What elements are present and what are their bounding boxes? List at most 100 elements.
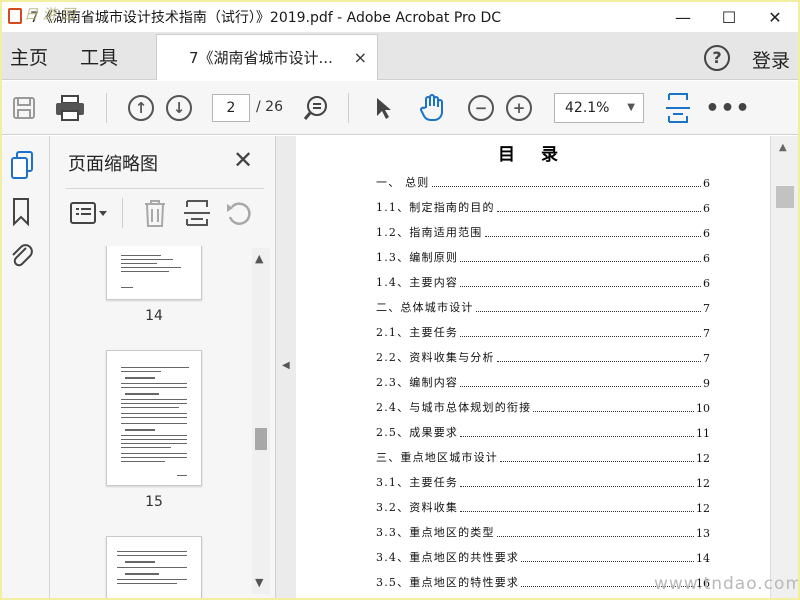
delete-page-icon[interactable]: [142, 198, 168, 232]
zoom-level-select[interactable]: 42.1% ▼: [554, 93, 644, 123]
toc-entry[interactable]: 3.2、资料收集 12: [376, 499, 710, 515]
more-options-icon[interactable]: •••: [705, 81, 749, 135]
close-window-button[interactable]: ✕: [752, 2, 798, 32]
panel-tools: [66, 194, 266, 234]
thumbnail-scrollbar[interactable]: ▲ ▼: [252, 248, 270, 594]
toc-leader-dots: [533, 411, 694, 412]
toolbar-divider: [122, 198, 123, 228]
toc-entry-label: 1.1、制定指南的目的: [376, 201, 495, 214]
tab-document[interactable]: 7《湖南省城市设计... ×: [156, 34, 378, 80]
toc-entry-page: 12: [696, 452, 710, 465]
login-button[interactable]: 登录: [752, 46, 790, 73]
toc-leader-dots: [475, 311, 701, 312]
close-tab-icon[interactable]: ×: [354, 48, 367, 67]
toc-leader-dots: [496, 211, 701, 212]
toc-leader-dots: [496, 536, 694, 537]
toc-entry-label: 1.3、编制原则: [376, 251, 459, 264]
title-watermark: 日 游 园: [24, 7, 75, 23]
minimize-button[interactable]: —: [660, 2, 706, 32]
scrollbar-thumb[interactable]: [776, 186, 794, 208]
toc-entry[interactable]: 2.1、主要任务 7: [376, 324, 710, 340]
toc-entry[interactable]: 2.4、与城市总体规划的衔接 10: [376, 399, 710, 415]
toc-leader-dots: [460, 486, 694, 487]
toc-entry-page: 7: [703, 352, 710, 365]
fit-page-icon[interactable]: [662, 81, 694, 135]
bookmark-icon[interactable]: [8, 196, 36, 228]
print-icon[interactable]: [52, 81, 88, 135]
toc-title: 目 录: [498, 145, 568, 165]
toc-leader-dots: [460, 386, 701, 387]
toc-entry[interactable]: 3.1、主要任务 12: [376, 474, 710, 490]
toc-entry-label: 2.4、与城市总体规划的衔接: [376, 401, 532, 414]
page-number-input[interactable]: 2: [212, 94, 250, 122]
page-zoom-icon[interactable]: [300, 81, 332, 135]
site-watermark: www.tndao.com: [654, 574, 798, 594]
extract-page-icon[interactable]: [184, 198, 210, 232]
toc-leader-dots: [484, 236, 701, 237]
tab-home[interactable]: 主页: [10, 32, 48, 80]
zoom-out-icon[interactable]: −: [466, 81, 496, 135]
toc-entry-label: 2.1、主要任务: [376, 326, 459, 339]
toc-entry[interactable]: 1.3、编制原则 6: [376, 249, 710, 265]
thumbnail-page-number: 15: [145, 494, 163, 510]
close-panel-icon[interactable]: ✕: [233, 146, 253, 174]
scroll-down-icon[interactable]: ▼: [255, 576, 263, 589]
scrollbar-thumb[interactable]: [255, 428, 267, 450]
toc-entry-label: 1.4、主要内容: [376, 276, 459, 289]
toc-entry-label: 3.3、重点地区的类型: [376, 526, 495, 539]
toc-entry[interactable]: 3.3、重点地区的类型 13: [376, 524, 710, 540]
select-arrow-icon[interactable]: [368, 81, 398, 135]
page-thumbnail[interactable]: [106, 350, 202, 486]
help-icon[interactable]: ?: [704, 45, 730, 71]
window-controls: — ☐ ✕: [660, 2, 798, 32]
save-icon[interactable]: [8, 81, 40, 135]
toolbar-divider: [348, 93, 349, 123]
document-scrollbar[interactable]: ▲: [770, 136, 798, 598]
toc-entry-label: 2.5、成果要求: [376, 426, 459, 439]
toc-leader-dots: [460, 261, 701, 262]
scroll-up-icon[interactable]: ▲: [779, 142, 787, 153]
toc-entry[interactable]: 二、总体城市设计 7: [376, 299, 710, 315]
title-bar: 7《湖南省城市设计技术指南（试行）》2019.pdf - Adobe Acrob…: [2, 2, 798, 32]
toolbar-divider: [106, 93, 107, 123]
toc-entry-page: 11: [696, 427, 710, 440]
document-tab-label: 7《湖南省城市设计...: [189, 49, 333, 67]
previous-page-icon[interactable]: ↑: [126, 81, 156, 135]
toc-entry-page: 6: [703, 277, 710, 290]
thumbnail-options-icon[interactable]: [70, 200, 108, 230]
zoom-in-icon[interactable]: +: [504, 81, 534, 135]
toc-leader-dots: [460, 286, 701, 287]
page-thumbnail[interactable]: [106, 536, 202, 598]
document-viewport[interactable]: 目 录 一、 总则 6 1.1、制定指南的目的 6 1.2、指南适用范围 6 1.3、编制原…: [296, 136, 770, 598]
toc-leader-dots: [521, 561, 694, 562]
chevron-down-icon: ▼: [627, 102, 635, 113]
next-page-icon[interactable]: ↓: [164, 81, 194, 135]
toc-entry[interactable]: 2.2、资料收集与分析 7: [376, 349, 710, 365]
tab-tools[interactable]: 工具: [80, 32, 118, 80]
toc-entry-label: 3.1、主要任务: [376, 476, 459, 489]
page-thumbnail[interactable]: [106, 246, 202, 300]
toc-leader-dots: [431, 186, 701, 187]
scroll-up-icon[interactable]: ▲: [255, 252, 263, 265]
toc-entry[interactable]: 3.4、重点地区的共性要求 14: [376, 549, 710, 565]
rotate-page-icon[interactable]: [224, 198, 254, 232]
toc-entry-page: 9: [703, 377, 710, 390]
toc-entry[interactable]: 1.2、指南适用范围 6: [376, 224, 710, 240]
toc-entry-label: 2.3、编制内容: [376, 376, 459, 389]
toc-entry[interactable]: 1.1、制定指南的目的 6: [376, 199, 710, 215]
hand-tool-icon[interactable]: [414, 81, 450, 135]
menu-bar: 主页 工具 7《湖南省城市设计... × ? 登录: [2, 32, 798, 80]
page-thumbnails-icon[interactable]: [8, 150, 36, 182]
toc-entry[interactable]: 三、重点地区城市设计 12: [376, 449, 710, 465]
toc-entry[interactable]: 2.3、编制内容 9: [376, 374, 710, 390]
toc-entry-page: 6: [703, 177, 710, 190]
toc-entry[interactable]: 1.4、主要内容 6: [376, 274, 710, 290]
panel-collapse-handle[interactable]: ◀: [276, 136, 296, 598]
maximize-button[interactable]: ☐: [706, 2, 752, 32]
toc-entry[interactable]: 一、 总则 6: [376, 174, 710, 190]
toc-entry[interactable]: 2.5、成果要求 11: [376, 424, 710, 440]
attachment-icon[interactable]: [8, 240, 36, 272]
toc-entry-label: 1.2、指南适用范围: [376, 226, 483, 239]
toc-entry-page: 6: [703, 202, 710, 215]
acrobat-window: 7《湖南省城市设计技术指南（试行）》2019.pdf - Adobe Acrob…: [2, 2, 798, 598]
